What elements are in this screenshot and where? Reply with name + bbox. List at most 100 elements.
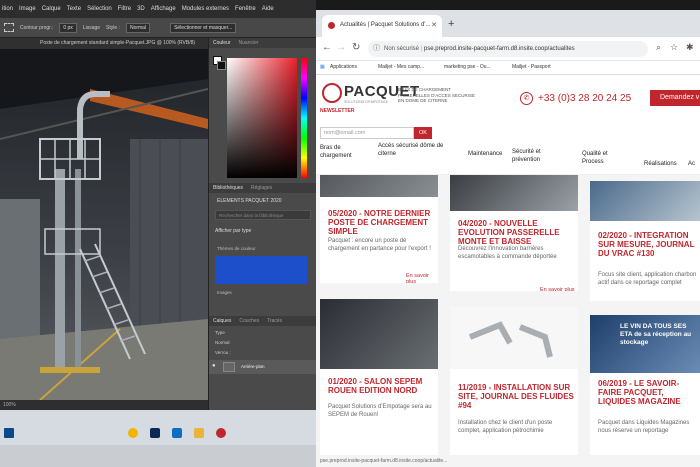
brand-subtitle: SOLUTIONS D'EMPOTAGE (344, 100, 388, 104)
marquee-tool-icon[interactable] (4, 23, 14, 32)
phone-number[interactable]: +33 (0)3 28 20 24 25 (538, 93, 631, 104)
article-title[interactable]: 06/2019 - LE SAVOIR-FAIRE PACQUET, LIQUI… (598, 379, 700, 406)
ps-menu-item[interactable]: Sélection (87, 6, 112, 12)
article-title[interactable]: 11/2019 - INSTALLATION SUR SITE, JOURNAL… (458, 383, 576, 410)
star-icon[interactable]: ☆ (670, 42, 678, 53)
ps-menu-item[interactable]: Image (19, 6, 36, 12)
layer-name[interactable]: Arrière-plan (241, 364, 265, 369)
article-image (450, 175, 578, 211)
newsletter-ok-button[interactable]: OK (414, 127, 432, 139)
tab-color[interactable]: Couleur (213, 40, 231, 46)
layer-blend-mode[interactable]: Normal (215, 340, 230, 345)
newsletter-email-input[interactable]: nom@email.com (320, 127, 414, 139)
back-icon[interactable]: ← (322, 42, 332, 53)
outlook-taskbar-icon[interactable] (172, 428, 182, 438)
article-card[interactable]: 04/2020 - NOUVELLE EVOLUTION PASSERELLE … (450, 175, 578, 291)
ps-menu-item[interactable]: Calque (42, 6, 61, 12)
style-select[interactable]: Normal (125, 22, 151, 33)
logo-icon[interactable] (322, 83, 342, 103)
nav-bras-chargement[interactable]: Bras de chargement (320, 144, 360, 160)
tab-paths[interactable]: Tracés (267, 318, 282, 324)
ps-menu-item[interactable]: Aide (262, 6, 274, 12)
tab-layers[interactable]: Calques (213, 318, 231, 324)
site-header: PACQUET SOLUTIONS D'EMPOTAGE NEWSLETTER … (316, 75, 700, 125)
ps-menu-item[interactable]: 3D (137, 6, 145, 12)
photoshop-taskbar-icon[interactable] (150, 428, 160, 438)
article-image (590, 181, 700, 221)
ps-menu-item[interactable]: Fenêtre (235, 6, 256, 12)
library-sort-dropdown[interactable]: Afficher par type (215, 228, 251, 234)
tab-libraries[interactable]: Bibliothèques (213, 185, 243, 191)
ps-menu-item[interactable]: Texte (67, 6, 81, 12)
apps-icon[interactable]: ▦ (320, 64, 325, 70)
nav-acces-securise[interactable]: Accès sécurisé dôme de citerne (378, 142, 448, 158)
url-text: pse.preprod.insite-pacquet-farm.d8.insit… (423, 46, 575, 52)
loading-arm-illustration (468, 321, 553, 358)
article-card[interactable]: 05/2020 - NOTRE DERNIER POSTE DE CHARGEM… (320, 175, 438, 283)
ps-menu-item[interactable]: Affichage (151, 6, 176, 12)
article-title[interactable]: 04/2020 - NOUVELLE EVOLUTION PASSERELLE … (458, 219, 576, 246)
nav-actualites[interactable]: Ac (688, 160, 695, 168)
eye-icon[interactable]: ● (212, 363, 216, 369)
tab-swatches[interactable]: Nuancier (239, 40, 259, 46)
select-mask-button[interactable]: Sélectionner et masquer... (170, 22, 237, 33)
feather-label: Contour progr.: (20, 24, 54, 31)
chrome-window: Actualités | Pacquet Solutions d'... ✕ +… (316, 10, 700, 467)
chrome-tabbar: Actualités | Pacquet Solutions d'... ✕ + (316, 10, 700, 37)
bookmark-item[interactable]: Mailjet - Passport (512, 64, 551, 70)
library-color-swatch[interactable] (215, 256, 307, 284)
ps-menu-item[interactable]: Filtre (118, 6, 131, 12)
library-search-input[interactable]: Rechercher dans la bibliothèque (215, 210, 311, 220)
bookmark-item[interactable]: Applications (330, 64, 357, 70)
feather-input[interactable]: 0 px (59, 22, 77, 33)
tab-adjustments[interactable]: Réglages (251, 185, 272, 191)
search-icon[interactable]: ⌕ (656, 42, 661, 53)
ps-document-tab[interactable]: Poste de chargement standard simple-Pacq… (0, 38, 208, 49)
ps-menu-item[interactable]: ition (2, 6, 13, 12)
ps-canvas[interactable] (0, 49, 208, 400)
nav-maintenance[interactable]: Maintenance (468, 150, 502, 158)
nav-securite-prevention[interactable]: Sécurité et prévention (512, 148, 560, 164)
antialias-checkbox[interactable]: Lissage (83, 25, 100, 31)
layer-thumbnail (223, 362, 235, 372)
article-card[interactable]: 02/2020 - INTEGRATION SUR MESURE, JOURNA… (590, 181, 700, 301)
read-more-link[interactable]: En savoir plus (540, 287, 575, 291)
quote-request-button[interactable]: Demandez v (650, 90, 700, 106)
article-title[interactable]: 01/2020 - SALON SEPEM ROUEN EDITION NORD (328, 377, 436, 395)
article-card[interactable]: 01/2020 - SALON SEPEM ROUEN EDITION NORD… (320, 299, 438, 467)
layers-panel-tabs: Calques Couches Tracés (209, 316, 316, 326)
browser-tab[interactable]: Actualités | Pacquet Solutions d'... ✕ (322, 15, 442, 37)
ps-menu-item[interactable]: Modules externes (182, 6, 229, 12)
new-tab-button[interactable]: + (448, 18, 454, 30)
images-label: Images (217, 290, 232, 295)
chrome-taskbar-icon[interactable] (128, 428, 138, 438)
bookmark-item[interactable]: marketing pse - Ou... (444, 64, 491, 70)
color-field[interactable] (227, 58, 297, 178)
library-name[interactable]: ELEMENTS PACQUET 2020 (217, 198, 282, 204)
bookmark-item[interactable]: Mailjet - Mes camp... (378, 64, 424, 70)
nav-realisations[interactable]: Réalisations (644, 160, 677, 168)
color-background-icon[interactable] (217, 61, 226, 70)
layer-row[interactable]: ● Arrière-plan (209, 360, 316, 374)
favicon-icon (328, 22, 335, 29)
address-bar[interactable]: ⓘ Non sécurisé | pse.preprod.insite-pacq… (368, 41, 648, 57)
explorer-taskbar-icon[interactable] (194, 428, 204, 438)
article-title[interactable]: 02/2020 - INTEGRATION SUR MESURE, JOURNA… (598, 231, 700, 258)
layer-kind-filter[interactable]: Type (215, 330, 225, 335)
start-icon[interactable] (4, 428, 14, 438)
article-excerpt: Installation chez le client d'un poste c… (458, 420, 553, 434)
tab-channels[interactable]: Couches (239, 318, 259, 324)
tab-close-icon[interactable]: ✕ (431, 21, 437, 29)
info-icon[interactable]: ⓘ (373, 41, 380, 57)
hue-slider[interactable] (301, 58, 307, 178)
reload-icon[interactable]: ↻ (352, 42, 360, 53)
tab-title: Actualités | Pacquet Solutions d'... (340, 22, 431, 28)
app-taskbar-icon[interactable] (216, 428, 226, 438)
article-card[interactable]: LE VIN DA TOUS SES ETA de sa réception a… (590, 315, 700, 467)
forward-icon[interactable]: → (336, 42, 346, 53)
extension-icon[interactable]: ✱ (686, 42, 694, 53)
article-card[interactable]: 11/2019 - INSTALLATION SUR SITE, JOURNAL… (450, 307, 578, 467)
read-more-link[interactable]: En savoir plus (406, 273, 438, 283)
nav-qualite-process[interactable]: Qualité et Process (582, 150, 622, 166)
article-title[interactable]: 05/2020 - NOTRE DERNIER POSTE DE CHARGEM… (328, 209, 436, 236)
